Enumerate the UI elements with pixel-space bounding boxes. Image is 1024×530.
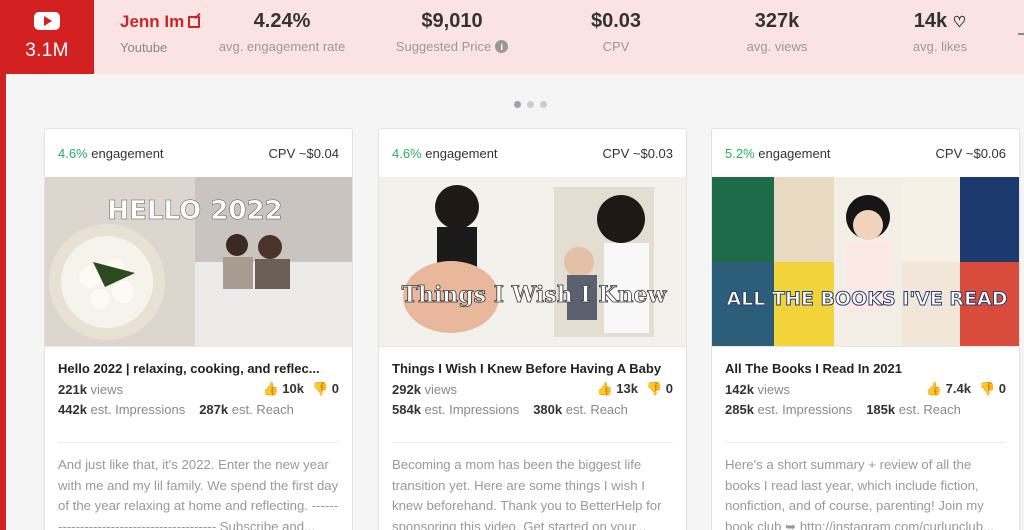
thumbs-up-icon: 👍: [596, 381, 613, 396]
engagement: 4.6% engagement: [392, 145, 498, 161]
subscriber-count: 3.1M: [25, 40, 69, 61]
video-thumbnail[interactable]: HELLO 2022: [45, 177, 352, 346]
video-description: And just like that, it's 2022. Enter the…: [58, 442, 339, 530]
platform-label: Youtube: [120, 40, 168, 55]
carousel-dots: [514, 101, 547, 108]
card-header: 5.2% engagement CPV ~$0.06: [712, 129, 1019, 177]
stat-value: 327k: [754, 10, 800, 32]
channel-header: 3.1M Jenn Im Youtube 4.24% avg. engageme…: [0, 0, 1024, 74]
carousel-dot[interactable]: [540, 101, 547, 108]
thumbs-down-icon: 👎: [645, 381, 663, 396]
stat-value: 4.24%: [253, 10, 311, 32]
thumbs-down-icon: 👎: [978, 381, 996, 396]
thumbnail-title: ALL THE BOOKS I'VE READ: [726, 288, 1007, 310]
video-description: Here's a short summary + review of all t…: [725, 442, 1006, 530]
card-body: Things I Wish I Knew Before Having A Bab…: [379, 346, 686, 530]
likes-dislikes: 👍 13k 👎 0: [596, 381, 673, 396]
stat-likes: 14k ♡ avg. likes: [865, 10, 1015, 54]
channel-link[interactable]: Jenn Im: [120, 12, 201, 32]
heart-icon: ♡: [952, 14, 967, 31]
card-body: Hello 2022 | relaxing, cooking, and refl…: [45, 346, 352, 530]
stat-label: avg. engagement rate: [218, 39, 346, 54]
video-thumbnail[interactable]: ALL THE BOOKS I'VE READ: [712, 177, 1019, 346]
card-cpv: CPV ~$0.03: [602, 145, 673, 161]
stat-value: $9,010: [421, 10, 483, 32]
video-card[interactable]: 4.6% engagement CPV ~$0.03 Things I Wish…: [378, 128, 687, 530]
stat-label: Suggested Price i: [377, 39, 527, 54]
video-card[interactable]: 5.2% engagement CPV ~$0.06 ALL THE BOOKS…: [711, 128, 1020, 530]
reach-row: 285k est. Impressions 185k est. Reach: [725, 402, 961, 417]
youtube-badge: 3.1M: [0, 0, 94, 74]
card-body: All The Books I Read In 2021 142k views …: [712, 346, 1019, 530]
scroll-indicator: [1018, 33, 1024, 45]
stat-label: avg. views: [746, 39, 808, 54]
card-cpv: CPV ~$0.04: [268, 145, 339, 161]
video-card[interactable]: 4.6% engagement CPV ~$0.04 HELLO 2022 He…: [44, 128, 353, 530]
likes-dislikes: 👍 10k 👎 0: [262, 381, 339, 396]
youtube-icon: [34, 12, 60, 30]
card-header: 4.6% engagement CPV ~$0.04: [45, 129, 352, 177]
views-row: 142k views 👍 7.4k 👎 0: [725, 381, 1006, 397]
thumbnail-title: HELLO 2022: [107, 196, 282, 226]
accent-rail: [0, 74, 6, 530]
stat-value-row: 14k ♡: [913, 10, 967, 32]
carousel-dot[interactable]: [514, 101, 521, 108]
stat-label: avg. likes: [912, 39, 968, 54]
card-cpv: CPV ~$0.06: [935, 145, 1006, 161]
stat-cpv: $0.03 CPV: [541, 10, 691, 54]
thumbs-down-icon: 👎: [311, 381, 329, 396]
stat-engagement: 4.24% avg. engagement rate: [207, 10, 357, 54]
carousel-dot[interactable]: [527, 101, 534, 108]
engagement: 5.2% engagement: [725, 145, 831, 161]
video-title[interactable]: All The Books I Read In 2021: [725, 361, 1006, 376]
card-header: 4.6% engagement CPV ~$0.03: [379, 129, 686, 177]
thumbnail-title: Things I Wish I Knew: [402, 282, 668, 308]
video-title[interactable]: Hello 2022 | relaxing, cooking, and refl…: [58, 361, 339, 376]
stat-views: 327k avg. views: [702, 10, 852, 54]
video-thumbnail[interactable]: Things I Wish I Knew: [379, 177, 686, 346]
stat-label: CPV: [602, 39, 630, 54]
thumbs-up-icon: 👍: [925, 381, 943, 396]
external-link-icon[interactable]: [188, 16, 201, 28]
views-row: 221k views 👍 10k 👎 0: [58, 381, 339, 397]
stat-value: $0.03: [590, 10, 642, 32]
influencer-profile-page: 3.1M Jenn Im Youtube 4.24% avg. engageme…: [0, 0, 1024, 530]
channel-info: Jenn Im Youtube: [120, 12, 201, 55]
thumbs-up-icon: 👍: [262, 381, 279, 396]
views-row: 292k views 👍 13k 👎 0: [392, 381, 673, 397]
reach-row: 442k est. Impressions 287k est. Reach: [58, 402, 294, 417]
channel-name[interactable]: Jenn Im: [120, 12, 184, 32]
engagement: 4.6% engagement: [58, 145, 164, 161]
likes-dislikes: 👍 7.4k 👎 0: [925, 381, 1006, 396]
video-description: Becoming a mom has been the biggest life…: [392, 442, 673, 530]
stat-price: $9,010 Suggested Price i: [377, 10, 527, 54]
video-title[interactable]: Things I Wish I Knew Before Having A Bab…: [392, 361, 673, 376]
info-icon[interactable]: i: [495, 40, 509, 53]
reach-row: 584k est. Impressions 380k est. Reach: [392, 402, 628, 417]
